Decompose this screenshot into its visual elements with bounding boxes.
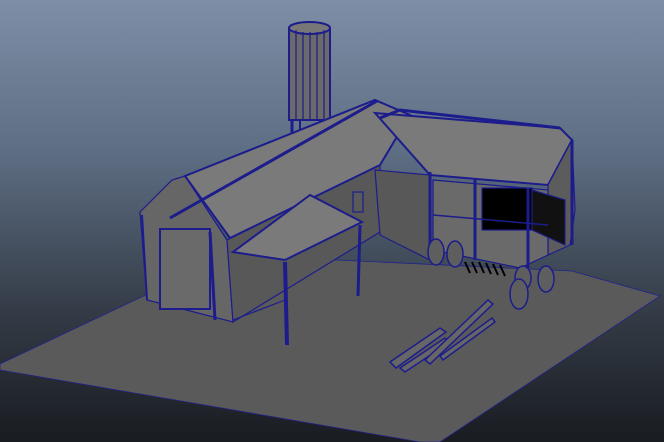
right-wing[interactable] <box>372 108 576 277</box>
scene <box>0 21 661 442</box>
3d-viewport[interactable] <box>0 0 664 442</box>
door[interactable] <box>159 228 211 310</box>
ground-plane[interactable] <box>0 254 661 442</box>
